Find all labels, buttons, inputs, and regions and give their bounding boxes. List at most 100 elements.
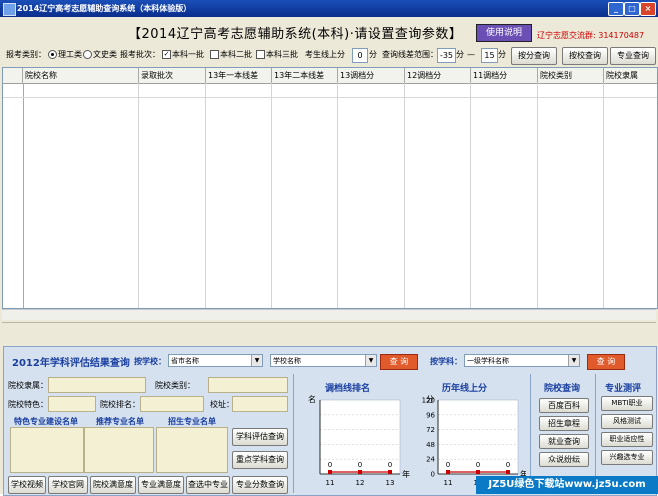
col-header[interactable]: 13年一本线差 xyxy=(206,68,272,83)
query-subject-button[interactable]: 查 询 xyxy=(587,354,625,370)
province-select-value: 省市名称 xyxy=(171,357,199,365)
col-header[interactable]: 录取批次 xyxy=(139,68,206,83)
close-button[interactable]: × xyxy=(640,2,656,16)
career-fit-button[interactable]: 职业适应性 xyxy=(601,432,653,447)
chart2: 分年120967248240110120130 xyxy=(422,395,526,487)
grid-line xyxy=(537,83,538,308)
eval-query-button[interactable]: 学科评估查询 xyxy=(232,428,288,446)
batch3-label: 本科三批 xyxy=(266,50,298,59)
radio-dot xyxy=(48,50,57,59)
data-label: 0 xyxy=(388,461,392,469)
special-majors-list[interactable] xyxy=(10,427,84,473)
check-box xyxy=(256,50,265,59)
style-test-button[interactable]: 风格测试 xyxy=(601,414,653,429)
category-field xyxy=(208,377,288,393)
range-to-input[interactable]: 15 xyxy=(481,48,498,63)
category-label: 报考类别： xyxy=(6,50,46,59)
batch-label: 报考批次： xyxy=(120,50,160,59)
x-tick-label: 12 xyxy=(356,479,365,487)
minimize-button[interactable]: _ xyxy=(608,2,624,16)
radio-dot xyxy=(83,50,92,59)
school-select[interactable]: 学校名称 ▼ xyxy=(270,354,377,367)
y-tick-label: 96 xyxy=(426,411,435,419)
horizontal-scrollbar[interactable] xyxy=(2,309,656,320)
recommended-majors-list[interactable] xyxy=(84,427,154,473)
range-from-input[interactable]: -35 xyxy=(437,48,456,63)
admission-rules-button[interactable]: 招生章程 xyxy=(539,416,589,431)
col-header[interactable]: 13年二本线差 xyxy=(272,68,338,83)
range-label: 查询线差范围： xyxy=(382,50,438,59)
query-school-button[interactable]: 查 询 xyxy=(380,354,418,370)
col-header[interactable]: 院校名称 xyxy=(23,68,139,83)
query-by-score-button[interactable]: 按分查询 xyxy=(511,47,557,65)
col-header[interactable]: 院校隶属 xyxy=(604,68,657,83)
rank-label: 院校排名： xyxy=(100,400,140,409)
x-tick-label: 11 xyxy=(444,479,453,487)
batch2-checkbox[interactable]: 本科二批 xyxy=(210,47,252,63)
data-label: 0 xyxy=(506,461,510,469)
col-header[interactable]: 11调档分 xyxy=(471,68,538,83)
grid-line xyxy=(205,83,206,308)
chevron-down-icon: ▼ xyxy=(251,355,262,366)
mbti-button[interactable]: MBTI职业 xyxy=(601,396,653,411)
school-video-button[interactable]: 学校视频 xyxy=(8,476,46,494)
fen2-label: 分 xyxy=(456,50,464,59)
school-satisfaction-button[interactable]: 院校满意度 xyxy=(90,476,136,494)
col-header[interactable]: 院校类别 xyxy=(538,68,604,83)
batch1-label: 本科一批 xyxy=(172,50,204,59)
batch3-checkbox[interactable]: 本科三批 xyxy=(256,47,298,63)
data-label: 0 xyxy=(446,461,450,469)
row-header-corner xyxy=(3,68,23,83)
y-tick-label: 120 xyxy=(422,397,435,405)
features-field xyxy=(48,396,96,412)
grid-line xyxy=(138,83,139,308)
interest-major-button[interactable]: 兴趣选专业 xyxy=(601,450,653,465)
enrolled-majors-list[interactable] xyxy=(156,427,228,473)
science-radio[interactable]: 理工类 xyxy=(48,47,82,63)
major-satisfaction-button[interactable]: 专业满意度 xyxy=(138,476,184,494)
title-bar: 2014辽宁高考志愿辅助查询系统（本科体验版） _ □ × xyxy=(0,0,658,17)
recommended-majors-label: 推荐专业名单 xyxy=(96,417,144,426)
data-label: 0 xyxy=(358,461,362,469)
query-by-school-button[interactable]: 按校查询 xyxy=(562,47,608,65)
subject-select-value: 一级学科名称 xyxy=(467,357,509,365)
data-label: 0 xyxy=(476,461,480,469)
grid-line xyxy=(470,83,471,308)
enrolled-majors-label: 招生专业名单 xyxy=(168,417,216,426)
fen-label: 分 xyxy=(369,50,377,59)
school-website-button[interactable]: 学校官网 xyxy=(48,476,88,494)
x-axis-label: 年 xyxy=(402,469,410,479)
baidu-baike-button[interactable]: 百度百科 xyxy=(539,398,589,413)
col-header[interactable]: 12调档分 xyxy=(405,68,471,83)
by-subject-label: 按学科： xyxy=(430,357,462,366)
chart2-title: 历年线上分 xyxy=(442,384,488,394)
special-majors-label: 特色专业建设名单 xyxy=(14,417,78,426)
opinions-button[interactable]: 众说纷纭 xyxy=(539,452,589,467)
major-test-title: 专业测评 xyxy=(605,384,642,394)
selected-major-button[interactable]: 查选中专业 xyxy=(186,476,230,494)
grid-header: 院校名称 录取批次 13年一本线差 13年二本线差 13调档分 12调档分 11… xyxy=(3,68,657,84)
student-line-input[interactable]: 0 xyxy=(352,48,368,63)
restore-button[interactable]: □ xyxy=(624,2,640,16)
batch1-checkbox[interactable]: ✓ 本科一批 xyxy=(162,47,204,63)
chevron-down-icon: ▼ xyxy=(568,355,579,366)
province-select[interactable]: 省市名称 ▼ xyxy=(168,354,263,367)
key-subject-button[interactable]: 重点学科查询 xyxy=(232,451,288,469)
watermark-banner: JZ5U绿色下载站www.jz5u.com xyxy=(476,476,658,494)
grid-line xyxy=(23,83,24,308)
use-instructions-button[interactable]: 使用说明 xyxy=(476,24,532,42)
subject-select[interactable]: 一级学科名称 ▼ xyxy=(464,354,580,367)
results-grid[interactable]: 院校名称 录取批次 13年一本线差 13年二本线差 13调档分 12调档分 11… xyxy=(2,67,658,309)
major-score-button[interactable]: 专业分数查询 xyxy=(232,476,288,494)
y-tick-label: 24 xyxy=(426,456,435,464)
major-query-button[interactable]: 专业查询 xyxy=(610,47,656,65)
arts-radio[interactable]: 文史类 xyxy=(83,47,117,63)
evaluation-title: 2012年学科评估结果查询 xyxy=(12,358,130,369)
window-title: 2014辽宁高考志愿辅助查询系统（本科体验版） xyxy=(17,4,192,13)
campus-label: 校址： xyxy=(210,400,234,409)
app-icon xyxy=(3,3,16,16)
employment-query-button[interactable]: 就业查询 xyxy=(539,434,589,449)
chart1-title: 调档线排名 xyxy=(325,384,371,394)
col-header[interactable]: 13调档分 xyxy=(338,68,405,83)
chart1: 名年 11 0 12 0 13 0 xyxy=(308,394,410,487)
